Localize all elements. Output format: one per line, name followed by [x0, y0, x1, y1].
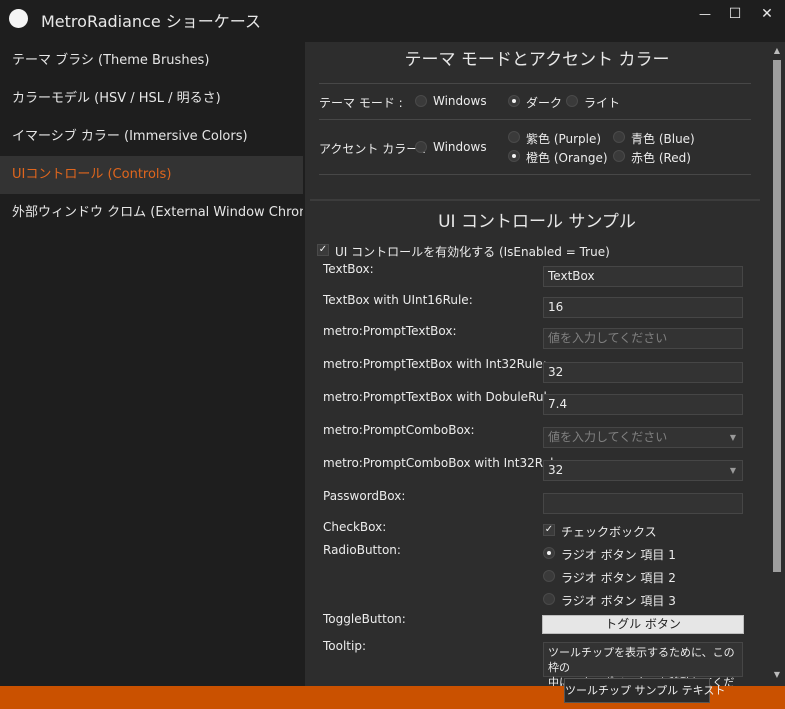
vertical-scrollbar[interactable]: ▲ ▼	[769, 42, 785, 686]
theme-mode-light-radio[interactable]	[566, 95, 578, 107]
enable-controls-label[interactable]: UI コントロールを有効化する (IsEnabled = True)	[335, 243, 610, 260]
int32-prompt-combobox-label: metro:PromptComboBox with Int32Rule:	[323, 456, 565, 470]
double-prompt-textbox-input[interactable]: 7.4	[543, 394, 743, 415]
togglebutton-row-label: ToggleButton:	[323, 612, 406, 626]
theme-section-title: テーマ モードとアクセント カラー	[404, 50, 670, 70]
minimize-button[interactable]: —	[690, 0, 720, 28]
accent-red-label[interactable]: 赤色 (Red)	[631, 149, 691, 166]
uint16-textbox-label: TextBox with UInt16Rule:	[323, 293, 473, 307]
radio-item-3-label[interactable]: ラジオ ボタン 項目 3	[561, 592, 676, 609]
sidebar-item-immersive-colors[interactable]: イマーシブ カラー (Immersive Colors)	[0, 118, 303, 156]
chevron-down-icon: ▼	[729, 466, 736, 475]
accent-orange-label[interactable]: 橙色 (Orange)	[526, 149, 608, 166]
accent-blue-label[interactable]: 青色 (Blue)	[631, 130, 695, 147]
theme-mode-windows-label[interactable]: Windows	[433, 94, 487, 108]
textbox-label: TextBox:	[323, 262, 374, 276]
theme-mode-light-label[interactable]: ライト	[584, 94, 620, 111]
radio-item-3[interactable]	[543, 593, 555, 605]
chevron-down-icon: ▼	[729, 433, 736, 442]
window-title: MetroRadiance ショーケース	[41, 12, 261, 31]
enable-controls-checkbox[interactable]: ✓	[317, 244, 329, 256]
prompt-textbox-input[interactable]: 値を入力してください	[543, 328, 743, 349]
int32-prompt-textbox-input[interactable]: 32	[543, 362, 743, 383]
textbox-input[interactable]: TextBox	[543, 266, 743, 287]
radio-item-2-label[interactable]: ラジオ ボタン 項目 2	[561, 569, 676, 586]
scroll-down-icon[interactable]: ▼	[769, 670, 785, 679]
tooltip-popup: ツールチップ サンプル テキスト	[564, 678, 725, 703]
tooltip-target-box[interactable]: ツールチップを表示するために、この枠の 中にマウスポインターを移動してください。	[543, 642, 743, 686]
accent-purple-label[interactable]: 紫色 (Purple)	[526, 130, 601, 147]
sidebar-item-theme-brushes[interactable]: テーマ ブラシ (Theme Brushes)	[0, 42, 303, 80]
divider	[319, 174, 751, 175]
check-icon: ✓	[544, 524, 554, 535]
int32-prompt-combobox[interactable]: 32 ▼	[543, 460, 743, 481]
check-icon: ✓	[318, 244, 328, 255]
theme-mode-dark-label[interactable]: ダーク	[526, 94, 562, 111]
accent-color-label: アクセント カラー :	[319, 142, 427, 156]
radio-item-1-label[interactable]: ラジオ ボタン 項目 1	[561, 546, 676, 563]
int32-prompt-combobox-value: 32	[548, 463, 564, 477]
controls-section-title: UI コントロール サンプル	[438, 212, 636, 232]
scroll-thumb[interactable]	[773, 60, 781, 572]
section-divider	[310, 199, 760, 201]
double-prompt-textbox-label: metro:PromptTextBox with DobuleRule:	[323, 390, 559, 404]
close-button[interactable]: ✕	[752, 0, 782, 28]
theme-mode-dark-radio[interactable]	[508, 95, 520, 107]
tooltip-target-line-1: ツールチップを表示するために、この枠の	[548, 646, 735, 674]
accent-purple-radio[interactable]	[508, 131, 520, 143]
title-bar: MetroRadiance ショーケース — ☐ ✕	[0, 0, 785, 42]
divider	[319, 119, 751, 120]
app-icon	[9, 9, 28, 28]
accent-blue-radio[interactable]	[613, 131, 625, 143]
prompt-combobox[interactable]: 値を入力してください ▼	[543, 427, 743, 448]
prompt-combobox-label: metro:PromptComboBox:	[323, 423, 475, 437]
accent-orange-radio[interactable]	[508, 150, 520, 162]
sample-checkbox-label[interactable]: チェックボックス	[561, 523, 657, 540]
content-panel: テーマ モードとアクセント カラー テーマ モード : Windows ダーク …	[305, 42, 769, 686]
accent-red-radio[interactable]	[613, 150, 625, 162]
checkbox-row-label: CheckBox:	[323, 520, 387, 534]
sample-checkbox[interactable]: ✓	[543, 524, 555, 536]
radiobutton-row-label: RadioButton:	[323, 543, 401, 557]
accent-windows-label[interactable]: Windows	[433, 140, 487, 154]
prompt-combobox-value: 値を入力してください	[548, 430, 668, 444]
divider	[319, 83, 751, 84]
theme-mode-label: テーマ モード :	[319, 96, 403, 110]
passwordbox-label: PasswordBox:	[323, 489, 406, 503]
sidebar-item-color-models[interactable]: カラーモデル (HSV / HSL / 明るさ)	[0, 80, 303, 118]
maximize-button[interactable]: ☐	[720, 0, 750, 28]
sidebar-item-controls[interactable]: UIコントロール (Controls)	[0, 156, 303, 194]
scroll-up-icon[interactable]: ▲	[769, 46, 785, 55]
toggle-button[interactable]: トグル ボタン	[542, 615, 744, 634]
int32-prompt-textbox-label: metro:PromptTextBox with Int32Rule:	[323, 357, 547, 371]
uint16-textbox-input[interactable]: 16	[543, 297, 743, 318]
radio-item-2[interactable]	[543, 570, 555, 582]
radio-item-1[interactable]	[543, 547, 555, 559]
tooltip-row-label: Tooltip:	[323, 639, 367, 653]
accent-windows-radio[interactable]	[415, 141, 427, 153]
sidebar-item-external-window-chrome[interactable]: 外部ウィンドウ クロム (External Window Chrome)	[0, 194, 303, 232]
theme-mode-windows-radio[interactable]	[415, 95, 427, 107]
prompt-textbox-label: metro:PromptTextBox:	[323, 324, 457, 338]
sidebar: テーマ ブラシ (Theme Brushes) カラーモデル (HSV / HS…	[0, 42, 303, 686]
password-input[interactable]	[543, 493, 743, 514]
